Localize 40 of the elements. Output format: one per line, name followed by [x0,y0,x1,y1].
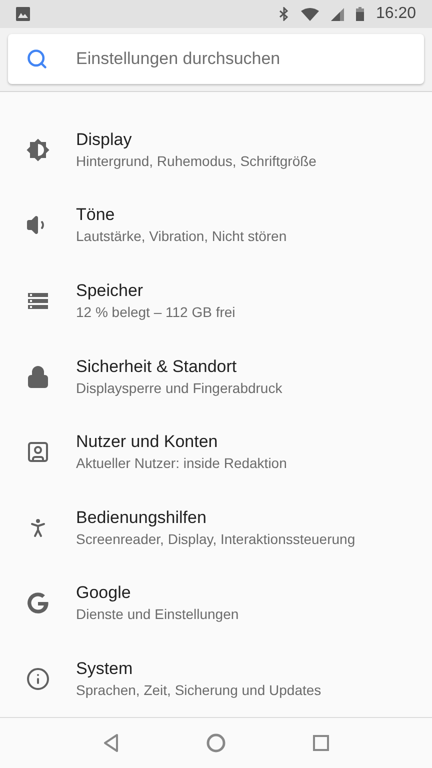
wifi-icon [300,8,319,20]
brightness-icon [26,138,50,162]
settings-item[interactable]: Speicher 12 % belegt – 112 GB frei [0,263,432,339]
clock: 16:20 [376,4,416,24]
item-title: Nutzer und Konten [76,431,219,454]
search-icon [26,48,48,70]
settings-item[interactable]: Töne Lautstärke, Vibration, Nicht stören [0,188,432,264]
signal-icon [330,8,344,20]
image-notification-icon [16,7,30,21]
home-icon[interactable] [206,732,226,753]
settings-item[interactable]: Google Dienste und Einstellungen [0,566,432,642]
settings-item[interactable]: System Sprachen, Zeit, Sicherung und Updates [0,641,432,717]
item-subtitle: Aktueller Nutzer: inside Redaktion [76,454,287,474]
item-subtitle: Hintergrund, Ruhemodus, Schriftgröße [76,152,316,171]
settings-item[interactable]: Nutzer und Konten Aktueller Nutzer: inside Redaktion [0,414,432,490]
contact-card-icon [26,440,50,464]
g-logo-icon [25,590,51,616]
settings-item[interactable]: Bedienungshilfen Screenreader, Display, Interaktionssteuerung [0,490,432,566]
item-subtitle: Dienste und Einstellungen [76,605,239,624]
battery-icon [356,7,364,21]
item-title: Sicherheit & Standort [76,356,238,378]
item-title: Bedienungshilfen [76,506,208,529]
settings-item[interactable]: Sicherheit & Standort Displaysperre und Fingerabdruck [0,338,432,414]
info-icon [26,666,50,691]
bluetooth-icon [278,7,289,21]
item-subtitle: Screenreader, Display, Interaktionssteuerung [76,530,356,549]
item-title: Speicher [76,280,144,302]
lock-icon [26,364,50,389]
item-title: System [76,658,134,680]
item-title: Google [76,582,132,604]
item-subtitle: Displaysperre und Fingerabdruck [76,378,282,398]
item-subtitle: 12 % belegt – 112 GB frei [76,302,236,322]
item-subtitle: Lautstärke, Vibration, Nicht stören [76,227,287,246]
item-title: Töne [76,204,116,226]
item-title: Display [76,128,133,151]
back-icon[interactable] [103,734,120,752]
item-subtitle: Sprachen, Zeit, Sicherung und Updates [76,680,322,700]
overview-icon[interactable] [312,734,329,751]
settings-item[interactable]: Display Hintergrund, Ruhemodus, Schriftgröße [0,112,432,188]
search-field[interactable]: Einstellungen durchsuchen [8,34,424,84]
